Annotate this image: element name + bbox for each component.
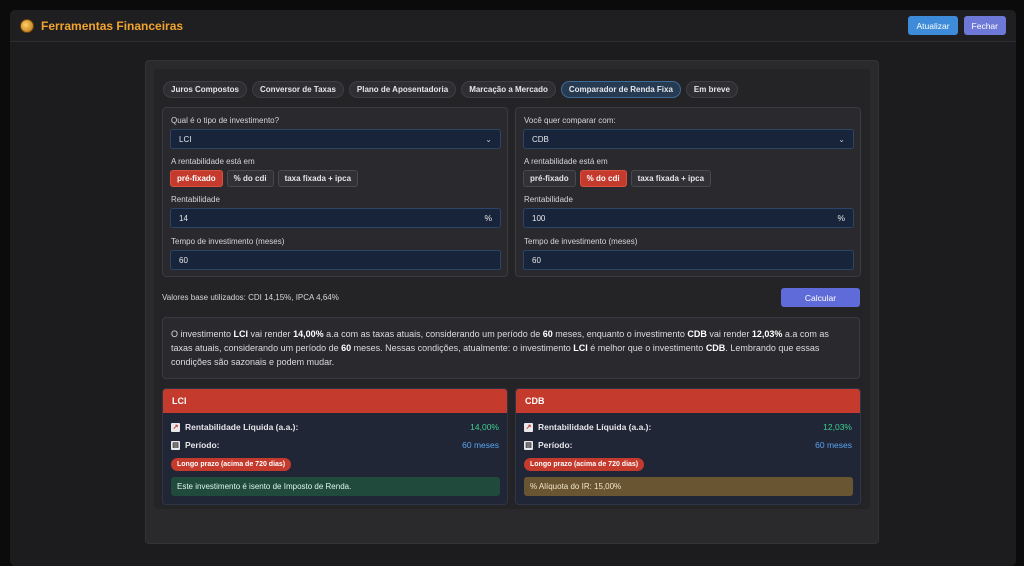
term-label: Tempo de investimento (meses) [524, 237, 638, 246]
tab-marcacao-a-mercado[interactable]: Marcação a Mercado [461, 81, 556, 98]
calculate-button[interactable]: Calcular [781, 288, 860, 307]
app-logo-icon [20, 18, 34, 33]
period-value: 60 meses [462, 440, 499, 450]
chart-icon: ↗ [171, 422, 180, 432]
comparator-panel: Juros Compostos Conversor de Taxas Plano… [154, 69, 870, 509]
close-button[interactable]: Fechar [963, 16, 1006, 35]
net-yield-label: Rentabilidade Líquida (a.a.): [538, 422, 652, 432]
rate-mode-ipca[interactable]: taxa fixada + ipca [277, 170, 359, 187]
left-investment-form: Qual é o tipo de investimento? LCI ⌄ A r… [162, 107, 508, 277]
investment-type-value: LCI [179, 134, 192, 144]
rate-mode-toggle: pré-fixado % do cdi taxa fixada + ipca [170, 170, 359, 187]
net-yield-row: ↗ Rentabilidade Líquida (a.a.): 12,03% [524, 422, 852, 432]
term-badge: Longo prazo (acima de 720 dias) [171, 458, 292, 471]
net-yield-value: 12,03% [823, 422, 852, 432]
tool-tabs: Juros Compostos Conversor de Taxas Plano… [163, 81, 738, 98]
right-investment-form: Você quer comparar com: CDB ⌄ A rentabil… [515, 107, 861, 277]
percent-suffix: % [484, 213, 492, 223]
compare-type-select[interactable]: CDB ⌄ [523, 129, 854, 149]
term-label: Tempo de investimento (meses) [171, 237, 285, 246]
tab-em-breve[interactable]: Em breve [685, 81, 738, 98]
rate-input[interactable]: 100 % [523, 208, 854, 228]
tab-plano-de-aposentadoria[interactable]: Plano de Aposentadoria [348, 81, 457, 98]
rate-input[interactable]: 14 % [170, 208, 501, 228]
net-yield-row: ↗ Rentabilidade Líquida (a.a.): 14,00% [171, 422, 499, 432]
rate-mode-label: A rentabilidade está em [524, 157, 608, 166]
period-row: ▤ Período: 60 meses [524, 440, 852, 450]
main-panel: Juros Compostos Conversor de Taxas Plano… [145, 60, 879, 544]
compare-type-label: Você quer comparar com: [524, 116, 616, 125]
comparison-summary: O investimento LCI vai render 14,00% a.a… [162, 317, 860, 379]
top-bar: Ferramentas Financeiras Atualizar Fechar [10, 10, 1016, 42]
rate-mode-percent-cdi[interactable]: % do cdi [226, 170, 274, 187]
app-window: Ferramentas Financeiras Atualizar Fechar… [10, 10, 1016, 566]
rate-label: Rentabilidade [171, 195, 220, 204]
period-label: Período: [538, 440, 573, 450]
net-yield-value: 14,00% [470, 422, 499, 432]
result-card-cdb: CDB ↗ Rentabilidade Líquida (a.a.): 12,0… [515, 388, 861, 505]
rate-mode-ipca[interactable]: taxa fixada + ipca [630, 170, 712, 187]
tax-note: Este investimento é isento de Imposto de… [171, 477, 500, 496]
refresh-button[interactable]: Atualizar [908, 16, 958, 35]
term-value: 60 [532, 255, 541, 265]
chevron-down-icon: ⌄ [485, 134, 492, 144]
chevron-down-icon: ⌄ [838, 134, 845, 144]
tab-juros-compostos[interactable]: Juros Compostos [163, 81, 248, 98]
compare-type-value: CDB [532, 134, 549, 144]
top-actions: Atualizar Fechar [908, 16, 1006, 35]
tax-note: % Alíquota do IR: 15,00% [524, 477, 853, 496]
term-input[interactable]: 60 [170, 250, 501, 270]
rate-mode-toggle: pré-fixado % do cdi taxa fixada + ipca [523, 170, 712, 187]
card-title: CDB [516, 389, 860, 413]
rate-mode-percent-cdi[interactable]: % do cdi [579, 170, 627, 187]
rate-mode-prefixado[interactable]: pré-fixado [170, 170, 223, 187]
term-input[interactable]: 60 [523, 250, 854, 270]
tab-comparador-de-renda-fixa[interactable]: Comparador de Renda Fixa [560, 81, 681, 98]
rate-value: 14 [179, 213, 188, 223]
base-values-text: Valores base utilizados: CDI 14,15%, IPC… [162, 293, 339, 302]
result-card-lci: LCI ↗ Rentabilidade Líquida (a.a.): 14,0… [162, 388, 508, 505]
period-value: 60 meses [815, 440, 852, 450]
calendar-icon: ▤ [171, 440, 180, 450]
investment-type-label: Qual é o tipo de investimento? [171, 116, 280, 125]
rate-mode-prefixado[interactable]: pré-fixado [523, 170, 576, 187]
period-row: ▤ Período: 60 meses [171, 440, 499, 450]
tab-conversor-de-taxas[interactable]: Conversor de Taxas [252, 81, 344, 98]
rate-value: 100 [532, 213, 546, 223]
rate-label: Rentabilidade [524, 195, 573, 204]
net-yield-label: Rentabilidade Líquida (a.a.): [185, 422, 299, 432]
term-value: 60 [179, 255, 188, 265]
calendar-icon: ▤ [524, 440, 533, 450]
investment-type-select[interactable]: LCI ⌄ [170, 129, 501, 149]
app-title: Ferramentas Financeiras [41, 18, 184, 33]
percent-suffix: % [837, 213, 845, 223]
card-title: LCI [163, 389, 507, 413]
rate-mode-label: A rentabilidade está em [171, 157, 255, 166]
term-badge: Longo prazo (acima de 720 dias) [524, 458, 645, 471]
chart-icon: ↗ [524, 422, 533, 432]
period-label: Período: [185, 440, 220, 450]
